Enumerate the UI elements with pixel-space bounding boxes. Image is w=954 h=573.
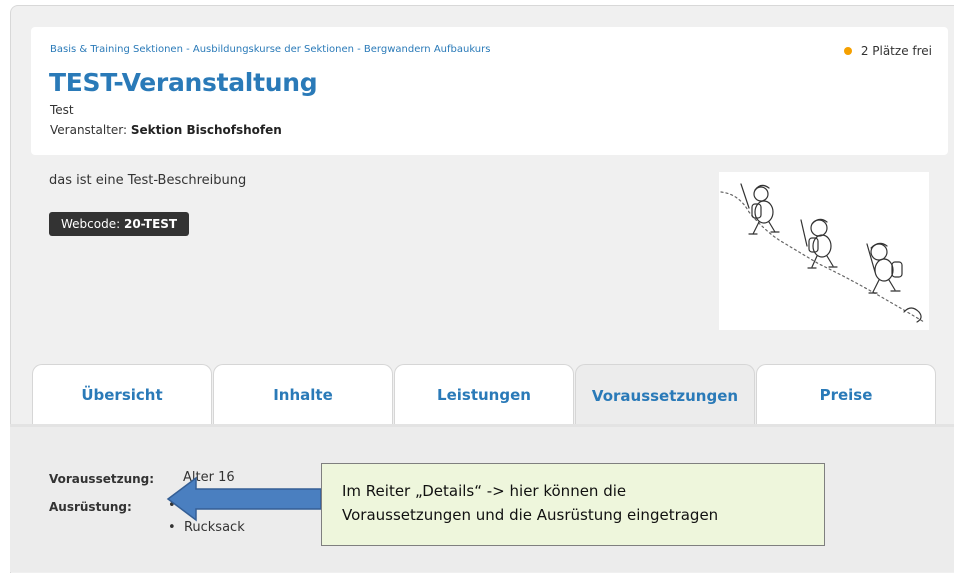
event-description: das ist eine Test-Beschreibung <box>49 173 247 188</box>
webcode-value: 20-TEST <box>123 217 178 231</box>
tab-preise[interactable]: Preise <box>756 364 936 425</box>
callout-line-1: Im Reiter „Details“ -> hier können die <box>342 482 627 500</box>
hikers-illustration-drawing <box>720 183 925 323</box>
organizer-line: Veranstalter: Sektion Bischofshofen <box>50 123 282 137</box>
tab-voraussetzungen[interactable]: Voraussetzungen <box>575 364 755 427</box>
breadcrumb[interactable]: Basis & Training Sektionen - Ausbildungs… <box>50 44 490 55</box>
requirement-label: Voraussetzung: <box>49 472 155 486</box>
arrow-left-icon <box>166 476 322 522</box>
webcode-label: Webcode: <box>61 217 121 231</box>
annotation-callout: Im Reiter „Details“ -> hier können die V… <box>321 463 825 546</box>
tab-inhalte[interactable]: Inhalte <box>213 364 393 425</box>
event-subtitle: Test <box>50 103 74 117</box>
organizer-name: Sektion Bischofshofen <box>130 123 282 137</box>
equipment-item-text: Rucksack <box>183 520 245 535</box>
callout-line-2: Voraussetzungen und die Ausrüstung einge… <box>342 506 719 524</box>
event-header: Basis & Training Sektionen - Ausbildungs… <box>31 27 948 155</box>
availability-badge: 2 Plätze frei <box>843 44 932 58</box>
availability-text: 2 Plätze frei <box>860 44 932 58</box>
tab-uebersicht[interactable]: Übersicht <box>32 364 212 425</box>
tab-leistungen[interactable]: Leistungen <box>394 364 574 425</box>
page-title: TEST-Veranstaltung <box>49 68 318 97</box>
equipment-label: Ausrüstung: <box>49 500 132 514</box>
organizer-label: Veranstalter: <box>50 123 128 137</box>
equipment-item: • Rucksack <box>168 520 245 535</box>
webcode-badge: Webcode: 20-TEST <box>49 212 190 236</box>
hikers-illustration <box>719 172 929 330</box>
status-dot-icon <box>843 47 852 55</box>
